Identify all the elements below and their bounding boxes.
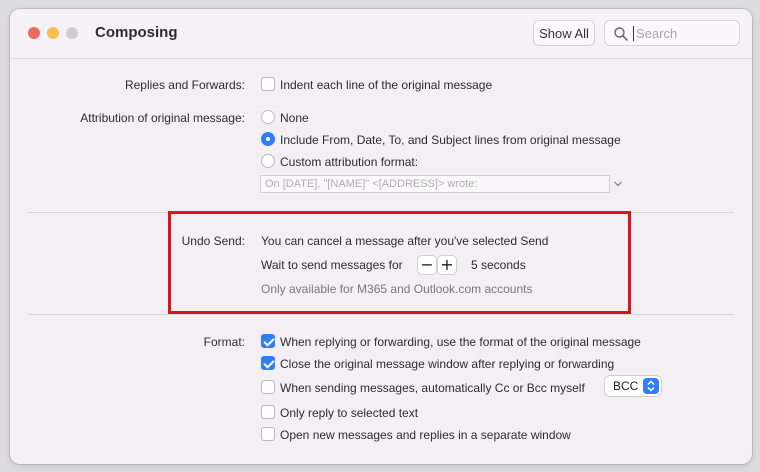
auto-cc-bcc-label: When sending messages, automatically Cc … [280,381,585,395]
open-separate-window-label: Open new messages and replies in a separ… [280,428,571,442]
attribution-include-headers-label: Include From, Date, To, and Subject line… [280,133,621,147]
use-original-format-label: When replying or forwarding, use the for… [280,335,641,349]
chevron-up-down-icon [643,378,659,394]
preferences-window: Composing Show All Search Replies and Fo… [10,9,752,464]
auto-cc-bcc-checkbox[interactable] [261,380,275,394]
highlight-box [168,211,631,314]
indent-lines-checkbox[interactable] [261,77,275,91]
close-original-window-label: Close the original message window after … [280,357,615,371]
close-original-window-checkbox[interactable] [261,356,275,370]
close-window-button[interactable] [28,27,40,39]
cc-bcc-select[interactable]: BCC [605,376,661,396]
attribution-custom-radio[interactable] [261,154,275,168]
use-original-format-checkbox[interactable] [261,334,275,348]
title-bar: Composing Show All Search [10,9,752,59]
window-title: Composing [95,24,178,41]
minimize-window-button[interactable] [47,27,59,39]
attribution-include-headers-radio[interactable] [261,132,275,146]
cc-bcc-value: BCC [613,379,639,393]
attribution-custom-label: Custom attribution format: [280,155,419,169]
attribution-none-label: None [280,111,309,125]
format-label: Format: [203,335,245,349]
zoom-window-button[interactable] [66,27,78,39]
search-input[interactable]: Search [604,20,740,46]
reply-selected-text-label: Only reply to selected text [280,406,419,420]
chevron-down-icon[interactable] [613,179,623,189]
open-separate-window-checkbox[interactable] [261,427,275,441]
search-placeholder: Search [636,26,678,41]
search-icon [614,27,628,41]
attribution-none-radio[interactable] [261,110,275,124]
reply-selected-text-checkbox[interactable] [261,405,275,419]
indent-lines-label: Indent each line of the original message [280,78,493,92]
show-all-button[interactable]: Show All [533,20,595,46]
text-cursor [633,26,634,41]
attribution-label: Attribution of original message: [80,111,245,125]
section-divider [28,314,734,315]
replies-forwards-label: Replies and Forwards: [124,78,245,92]
custom-attribution-field[interactable]: On [DATE], "[NAME]" <[ADDRESS]> wrote: [260,175,610,193]
